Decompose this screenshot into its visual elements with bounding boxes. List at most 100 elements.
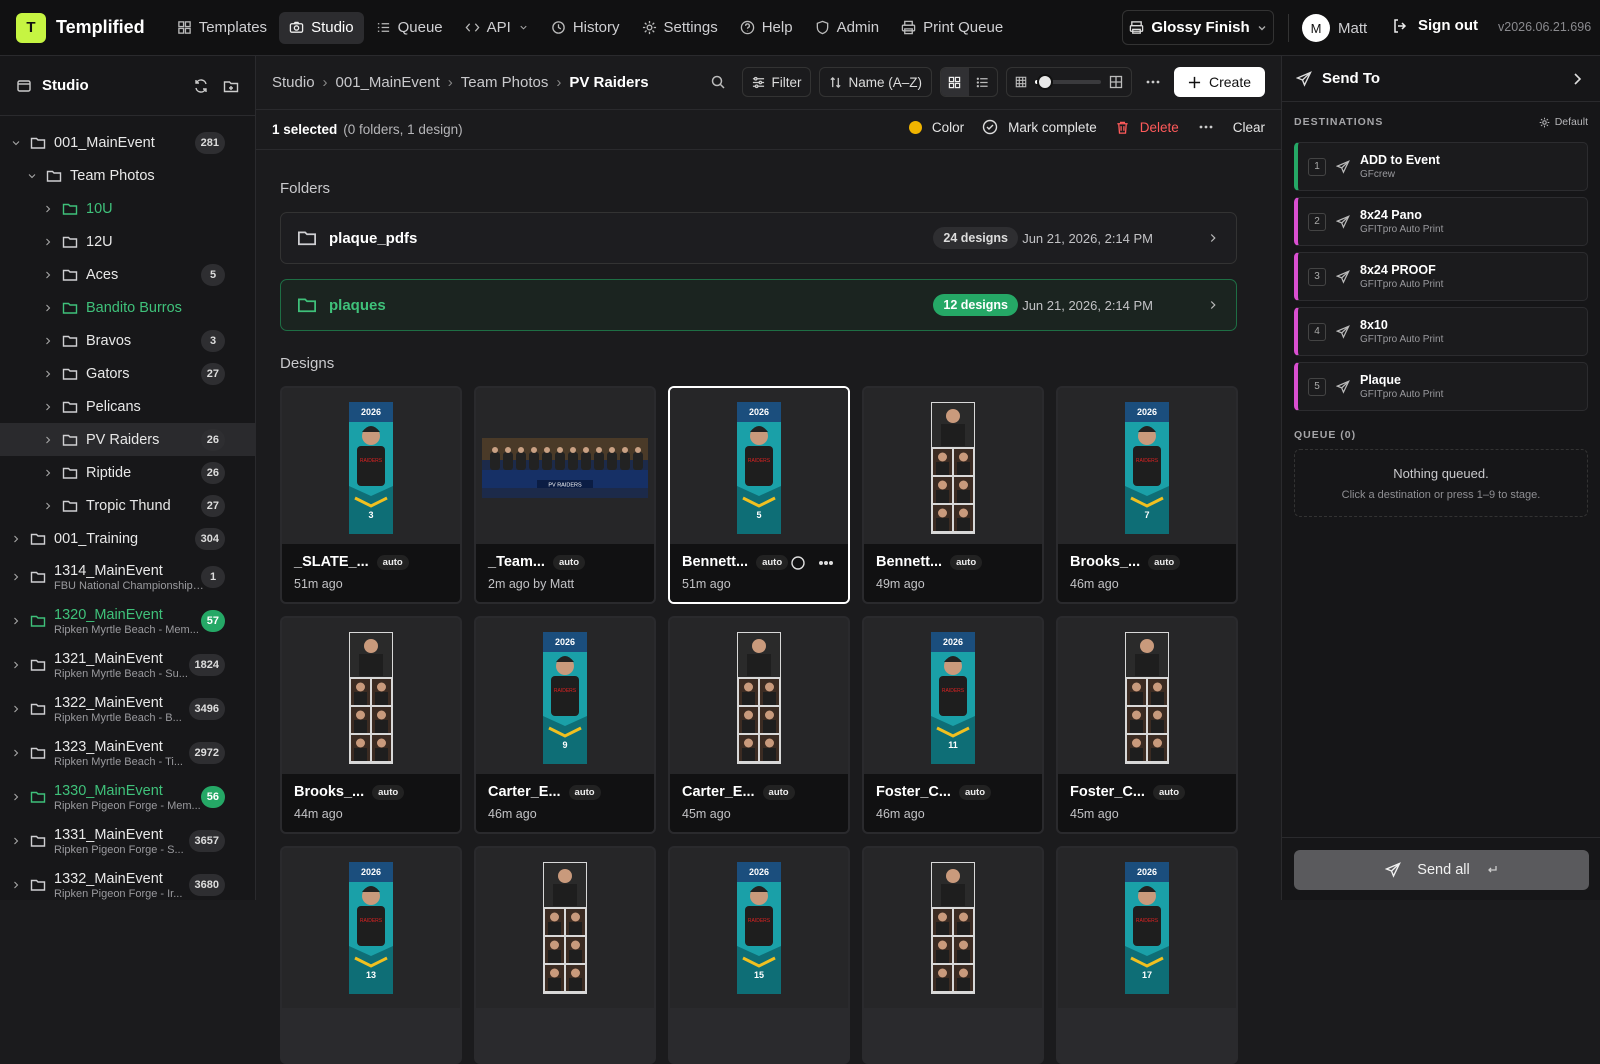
- design-card[interactable]: [474, 846, 656, 1064]
- chevron-right-icon[interactable]: [42, 467, 54, 479]
- tree-item-team-photos[interactable]: Team Photos: [0, 159, 255, 192]
- design-thumbnail[interactable]: 2026 RAIDERS 15: [670, 848, 848, 1008]
- status-circle-icon[interactable]: [790, 555, 806, 571]
- chevron-right-icon[interactable]: [42, 335, 54, 347]
- default-settings[interactable]: Default: [1539, 116, 1588, 128]
- design-card[interactable]: Foster_C... auto 45m ago: [1056, 616, 1238, 834]
- delete-action[interactable]: Delete: [1115, 120, 1179, 135]
- grid-view-button[interactable]: [940, 68, 969, 96]
- folder-card[interactable]: plaques 12 designs Jun 21, 2026, 2:14 PM: [280, 279, 1237, 331]
- tree-item-1323-mainevent[interactable]: 1323_MainEvent Ripken Myrtle Beach - Ti..…: [0, 731, 255, 775]
- chevron-right-icon[interactable]: [10, 703, 22, 715]
- design-thumbnail[interactable]: [864, 388, 1042, 548]
- tree-item-1332-mainevent[interactable]: 1332_MainEvent Ripken Pigeon Forge - Ir..…: [0, 863, 255, 900]
- filter-button[interactable]: Filter: [742, 67, 812, 97]
- chevron-right-icon[interactable]: [42, 203, 54, 215]
- sort-button[interactable]: Name (A–Z): [819, 67, 932, 97]
- design-card[interactable]: 2026 RAIDERS 7 Brooks_... auto 46m ago: [1056, 386, 1238, 604]
- finish-selector[interactable]: Glossy Finish: [1122, 10, 1274, 45]
- nav-api[interactable]: API: [455, 12, 539, 44]
- design-card[interactable]: 2026 RAIDERS 11 Foster_C... auto 46m ago: [862, 616, 1044, 834]
- breadcrumb-item[interactable]: PV Raiders: [569, 74, 648, 91]
- design-card[interactable]: 2026 RAIDERS 9 Carter_E... auto 46m ago: [474, 616, 656, 834]
- chevron-right-icon[interactable]: [42, 269, 54, 281]
- nav-print-queue[interactable]: Print Queue: [891, 12, 1013, 44]
- destination-item[interactable]: 2 8x24 Pano GFITpro Auto Print: [1294, 197, 1588, 246]
- chevron-right-icon[interactable]: [42, 236, 54, 248]
- design-thumbnail[interactable]: 2026 RAIDERS 5: [670, 388, 848, 548]
- tree-item-1322-mainevent[interactable]: 1322_MainEvent Ripken Myrtle Beach - B...…: [0, 687, 255, 731]
- list-view-button[interactable]: [969, 68, 997, 96]
- tree-item-001-training[interactable]: 001_Training 304: [0, 522, 255, 555]
- tree-item-12u[interactable]: 12U: [0, 225, 255, 258]
- design-thumbnail[interactable]: [282, 618, 460, 778]
- design-card[interactable]: Brooks_... auto 44m ago: [280, 616, 462, 834]
- design-thumbnail[interactable]: PV RAIDERS: [476, 388, 654, 548]
- design-card[interactable]: PV RAIDERS _Team... auto 2m ago by Matt: [474, 386, 656, 604]
- tree-item-10u[interactable]: 10U: [0, 192, 255, 225]
- tree-item-001-mainevent[interactable]: 001_MainEvent 281: [0, 126, 255, 159]
- tree-item-1320-mainevent[interactable]: 1320_MainEvent Ripken Myrtle Beach - Mem.…: [0, 599, 255, 643]
- chevron-right-icon[interactable]: [10, 533, 22, 545]
- nav-history[interactable]: History: [541, 12, 630, 44]
- design-thumbnail[interactable]: 2026 RAIDERS 3: [282, 388, 460, 548]
- nav-help[interactable]: Help: [730, 12, 803, 44]
- nav-studio[interactable]: Studio: [279, 11, 364, 44]
- folder-card[interactable]: plaque_pdfs 24 designs Jun 21, 2026, 2:14 …: [280, 212, 1237, 264]
- chevron-right-icon[interactable]: [42, 434, 54, 446]
- clear-selection-button[interactable]: Clear: [1233, 120, 1265, 135]
- selection-more-icon[interactable]: [1197, 118, 1215, 136]
- chevron-right-icon[interactable]: [10, 615, 22, 627]
- color-action[interactable]: Color: [908, 120, 964, 135]
- tree-item-riptide[interactable]: Riptide 26: [0, 456, 255, 489]
- design-thumbnail[interactable]: [670, 618, 848, 778]
- design-card[interactable]: [862, 846, 1044, 1064]
- tree-item-1314-mainevent[interactable]: 1314_MainEvent FBU National Championships…: [0, 555, 255, 599]
- design-card[interactable]: Carter_E... auto 45m ago: [668, 616, 850, 834]
- refresh-icon[interactable]: [193, 78, 209, 94]
- destination-item[interactable]: 3 8x24 PROOF GFITpro Auto Print: [1294, 252, 1588, 301]
- breadcrumb-item[interactable]: Studio: [272, 74, 315, 91]
- chevron-right-icon[interactable]: [10, 879, 22, 891]
- design-thumbnail[interactable]: 2026 RAIDERS 17: [1058, 848, 1236, 1008]
- destination-item[interactable]: 1 ADD to Event GFcrew: [1294, 142, 1588, 191]
- design-card[interactable]: 2026 RAIDERS 3 _SLATE_... auto 51m ago: [280, 386, 462, 604]
- tree-item-gators[interactable]: Gators 27: [0, 357, 255, 390]
- more-options-icon[interactable]: [1144, 73, 1162, 91]
- nav-settings[interactable]: Settings: [632, 12, 728, 44]
- chevron-right-icon[interactable]: [10, 659, 22, 671]
- chevron-right-icon[interactable]: [42, 368, 54, 380]
- chevron-right-icon[interactable]: [10, 835, 22, 847]
- destination-item[interactable]: 5 Plaque GFITpro Auto Print: [1294, 362, 1588, 411]
- new-folder-icon[interactable]: [223, 78, 239, 94]
- chevron-right-icon[interactable]: [10, 747, 22, 759]
- design-thumbnail[interactable]: [1058, 618, 1236, 778]
- chevron-right-icon[interactable]: [10, 791, 22, 803]
- more-options-icon[interactable]: [818, 555, 834, 571]
- design-card[interactable]: 2026 RAIDERS 15: [668, 846, 850, 1064]
- design-thumbnail[interactable]: [864, 848, 1042, 1008]
- tree-item-1330-mainevent[interactable]: 1330_MainEvent Ripken Pigeon Forge - Mem.…: [0, 775, 255, 819]
- zoom-slider[interactable]: [1034, 74, 1101, 90]
- chevron-right-icon[interactable]: [42, 302, 54, 314]
- collapse-panel-icon[interactable]: [1570, 72, 1584, 86]
- design-thumbnail[interactable]: 2026 RAIDERS 9: [476, 618, 654, 778]
- tree-item-pv-raiders[interactable]: PV Raiders 26: [0, 423, 255, 456]
- design-card[interactable]: Bennett... auto 49m ago: [862, 386, 1044, 604]
- tree-item-aces[interactable]: Aces 5: [0, 258, 255, 291]
- user-menu[interactable]: M Matt: [1302, 14, 1367, 42]
- search-icon[interactable]: [710, 74, 726, 90]
- breadcrumb-item[interactable]: 001_MainEvent: [336, 74, 440, 91]
- tree-item-bandito-burros[interactable]: Bandito Burros: [0, 291, 255, 324]
- chevron-right-icon[interactable]: [42, 401, 54, 413]
- destination-item[interactable]: 4 8x10 GFITpro Auto Print: [1294, 307, 1588, 356]
- nav-admin[interactable]: Admin: [805, 12, 890, 44]
- create-button[interactable]: Create: [1173, 67, 1265, 97]
- design-card[interactable]: 2026 RAIDERS 13: [280, 846, 462, 1064]
- design-thumbnail[interactable]: 2026 RAIDERS 11: [864, 618, 1042, 778]
- nav-queue[interactable]: Queue: [366, 12, 453, 44]
- tree-item-1331-mainevent[interactable]: 1331_MainEvent Ripken Pigeon Forge - S...…: [0, 819, 255, 863]
- app-logo[interactable]: T Templified: [16, 12, 145, 43]
- zoom-slider-handle[interactable]: [1036, 74, 1053, 90]
- chevron-down-icon[interactable]: [10, 137, 22, 149]
